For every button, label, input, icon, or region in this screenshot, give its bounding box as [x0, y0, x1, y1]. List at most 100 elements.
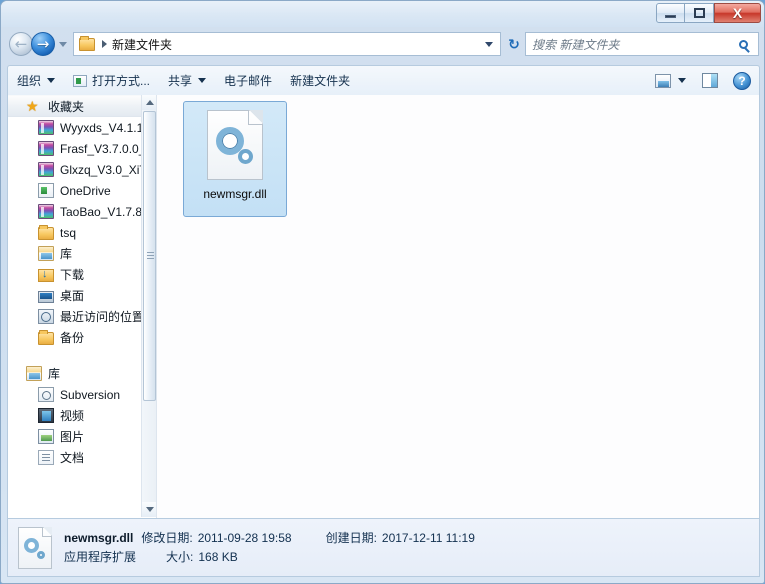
view-chevron-down-icon[interactable]	[678, 78, 686, 83]
recent-pages-caret-icon[interactable]	[59, 41, 67, 47]
sidebar-item-label: tsq	[60, 225, 77, 240]
details-created-value: 2017-12-11 11:19	[381, 530, 475, 545]
details-row-1: newmsgr.dll 修改日期: 2011-09-28 19:58 创建日期:…	[64, 529, 475, 548]
archive-icon	[38, 120, 54, 135]
details-file-type: 应用程序扩展	[64, 549, 137, 564]
share-button[interactable]: 共享	[159, 70, 215, 92]
navigation-pane: ★ 收藏夹 Wyyxds_V4.1.1. Frasf_V3.7.0.0_X Gl…	[8, 95, 156, 517]
sidebar-item-label: 图片	[60, 430, 85, 444]
folder-icon	[38, 330, 54, 345]
details-modified-value: 2011-09-28 19:58	[197, 530, 292, 545]
breadcrumb-current-folder[interactable]: 新建文件夹	[112, 36, 172, 53]
dll-file-icon	[207, 110, 263, 180]
refresh-button[interactable]: ↻	[505, 35, 523, 53]
sidebar-item-subversion[interactable]: Subversion	[8, 384, 156, 405]
back-button[interactable]: ←	[9, 32, 33, 56]
sidebar-item-label: 库	[60, 247, 73, 261]
sidebar-item-label: Subversion	[60, 387, 121, 402]
close-button[interactable]: X	[714, 3, 761, 23]
star-icon: ★	[26, 97, 39, 114]
sidebar-item-frasf[interactable]: Frasf_V3.7.0.0_X	[8, 138, 156, 159]
details-created-label: 创建日期:	[325, 530, 377, 545]
favorites-header-label: 收藏夹	[48, 99, 85, 114]
preview-pane-icon[interactable]	[702, 73, 718, 88]
sidebar-item-downloads[interactable]: 下载	[8, 264, 156, 285]
folder-icon	[79, 35, 95, 51]
details-size-value: 168 KB	[198, 549, 238, 564]
sidebar-item-label: OneDrive	[60, 183, 111, 198]
sidebar-item-label: Glxzq_V3.0_XiTo	[60, 162, 153, 177]
archive-icon	[38, 141, 54, 156]
navigation-list: ★ 收藏夹 Wyyxds_V4.1.1. Frasf_V3.7.0.0_X Gl…	[8, 95, 156, 468]
toolbar-right-group: ?	[655, 71, 759, 90]
scroll-down-button[interactable]	[142, 502, 156, 517]
help-icon[interactable]: ?	[733, 71, 751, 90]
sidebar-item-taobao[interactable]: TaoBao_V1.7.8.	[8, 201, 156, 222]
sidebar-item-backup[interactable]: 备份	[8, 327, 156, 348]
subversion-icon	[38, 387, 54, 402]
sidebar-scrollbar[interactable]	[141, 95, 156, 517]
library-icon	[38, 246, 54, 261]
email-button[interactable]: 电子邮件	[215, 70, 281, 92]
open-with-icon	[73, 74, 88, 87]
sidebar-item-onedrive[interactable]: OneDrive	[8, 180, 156, 201]
scroll-up-button[interactable]	[142, 95, 156, 110]
file-list-pane[interactable]: newmsgr.dll	[157, 95, 759, 518]
address-row: ← → 新建文件夹 ↻ 搜索 新建文件夹	[1, 29, 764, 61]
email-label: 电子邮件	[224, 74, 273, 88]
sidebar-item-videos[interactable]: 视频	[8, 405, 156, 426]
address-dropdown-caret-icon[interactable]	[485, 41, 493, 47]
window-controls: X	[656, 3, 761, 23]
details-row-2: 应用程序扩展 大小: 168 KB	[64, 548, 475, 567]
sidebar-item-library-shortcut[interactable]: 库	[8, 243, 156, 264]
sidebar-item-tsq[interactable]: tsq	[8, 222, 156, 243]
sidebar-item-label: 文档	[60, 451, 85, 465]
maximize-button[interactable]	[685, 3, 714, 23]
gear-small-icon	[238, 149, 253, 164]
folder-icon	[38, 225, 54, 240]
minimize-button[interactable]	[656, 3, 685, 23]
archive-icon	[38, 204, 54, 219]
organize-label: 组织	[17, 74, 42, 88]
onedrive-icon	[38, 183, 54, 198]
new-folder-button[interactable]: 新建文件夹	[281, 70, 359, 92]
downloads-icon	[38, 268, 54, 282]
sidebar-item-pictures[interactable]: 图片	[8, 426, 156, 447]
forward-button[interactable]: →	[31, 32, 55, 56]
sidebar-item-documents[interactable]: 文档	[8, 447, 156, 468]
details-text: newmsgr.dll 修改日期: 2011-09-28 19:58 创建日期:…	[64, 529, 475, 567]
sidebar-item-wyyxds[interactable]: Wyyxds_V4.1.1.	[8, 117, 156, 138]
sidebar-item-label: 下载	[60, 268, 85, 282]
address-bar[interactable]: 新建文件夹	[73, 32, 501, 56]
sidebar-item-glxzq[interactable]: Glxzq_V3.0_XiTo	[8, 159, 156, 180]
sidebar-section-library[interactable]: 库	[8, 362, 156, 384]
file-item-newmsgr[interactable]: newmsgr.dll	[183, 101, 287, 217]
organize-button[interactable]: 组织	[8, 70, 64, 92]
sidebar-item-recent-places[interactable]: 最近访问的位置	[8, 306, 156, 327]
file-name-label: newmsgr.dll	[203, 187, 267, 201]
sidebar-item-desktop[interactable]: 桌面	[8, 285, 156, 306]
scrollbar-thumb[interactable]	[143, 111, 156, 401]
command-toolbar: 组织 打开方式... 共享 电子邮件 新建文件夹 ?	[7, 65, 760, 95]
gear-large-icon	[24, 537, 39, 553]
forward-arrow-icon: →	[36, 34, 50, 53]
help-glyph: ?	[738, 73, 746, 88]
details-file-name: newmsgr.dll	[64, 530, 134, 545]
explorer-window: X ← → 新建文件夹 ↻ 搜索 新建文件夹 组织 打开方式... 共享 电子邮…	[0, 0, 765, 584]
search-box[interactable]: 搜索 新建文件夹	[525, 32, 759, 56]
explorer-body: ★ 收藏夹 Wyyxds_V4.1.1. Frasf_V3.7.0.0_X Gl…	[7, 95, 760, 519]
chevron-down-icon	[145, 507, 154, 512]
sidebar-item-label: Wyyxds_V4.1.1.	[60, 120, 147, 135]
sidebar-item-label: Frasf_V3.7.0.0_X	[60, 141, 154, 156]
library-header-label: 库	[48, 366, 61, 381]
sidebar-item-label: 桌面	[60, 289, 85, 303]
sidebar-item-label: 备份	[60, 331, 85, 345]
change-view-icon[interactable]	[655, 73, 671, 88]
scrollbar-grip-icon	[147, 252, 154, 253]
open-with-button[interactable]: 打开方式...	[64, 70, 159, 92]
minimize-icon	[665, 14, 676, 18]
sidebar-section-favorites[interactable]: ★ 收藏夹	[8, 95, 156, 117]
search-placeholder: 搜索 新建文件夹	[532, 37, 620, 52]
gear-small-icon	[37, 550, 45, 559]
